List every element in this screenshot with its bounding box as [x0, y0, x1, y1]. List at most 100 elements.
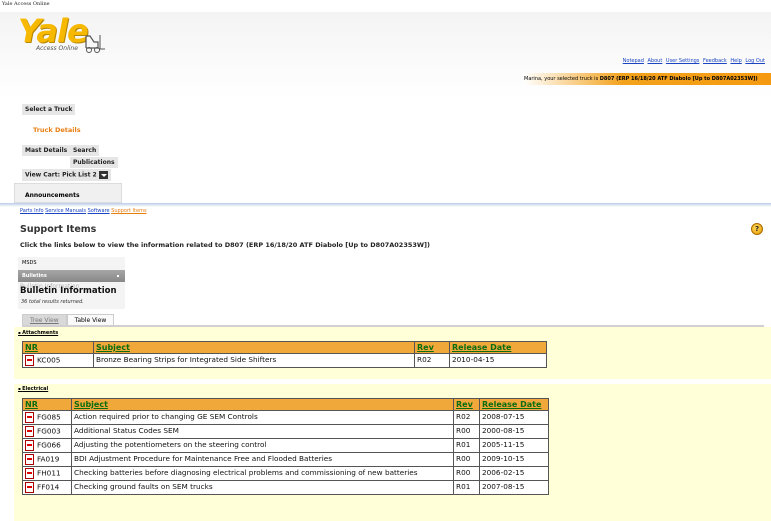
table-header-row: NR Subject Rev Release Date — [22, 341, 547, 354]
top-links: Notepad About User Settings Feedback Hel… — [621, 58, 765, 64]
release-date-cell: 2005-11-15 — [479, 438, 549, 453]
rev-cell: R00 — [453, 424, 480, 439]
rev-cell: R02 — [414, 353, 450, 368]
release-date-cell: 2006-02-15 — [479, 466, 549, 481]
view-cart-label: View Cart: Pick List 2 — [25, 171, 97, 179]
column-header-release-date[interactable]: Release Date — [479, 398, 549, 411]
nr-cell[interactable]: FA019 — [22, 452, 72, 467]
document-type-menu: MSDS Bulletins Bulletin Information Bull… — [18, 257, 125, 309]
pdf-icon[interactable] — [25, 426, 34, 437]
subject-cell: Bronze Bearing Strips for Integrated Sid… — [93, 353, 415, 368]
rev-cell: R02 — [453, 410, 480, 425]
section-label-attachments[interactable]: Attachments — [18, 330, 58, 336]
feedback-link[interactable]: Feedback — [703, 58, 727, 64]
table-row[interactable]: FG003 Additional Status Codes SEM R00 20… — [22, 424, 549, 439]
help-link[interactable]: Help — [730, 58, 741, 64]
table-row[interactable]: FF014 Checking ground faults on SEM truc… — [22, 480, 549, 495]
pdf-icon[interactable] — [25, 355, 34, 366]
forklift-icon — [85, 35, 105, 53]
release-date-cell: 2009-10-15 — [479, 452, 549, 467]
nr-value: FF014 — [37, 482, 60, 492]
section-attachments: Attachments NR Subject Rev Release Date … — [14, 327, 771, 379]
help-icon[interactable]: ? — [751, 223, 763, 235]
announcements-tab[interactable]: Announcements — [14, 183, 122, 203]
subject-cell: BDI Adjustment Procedure for Maintenance… — [71, 452, 454, 467]
breadcrumb-software[interactable]: Software — [88, 208, 110, 214]
pdf-icon[interactable] — [25, 440, 34, 451]
subject-cell: Additional Status Codes SEM — [71, 424, 454, 439]
nav-search[interactable]: Search — [70, 145, 100, 156]
nav-view-cart[interactable]: View Cart: Pick List 2 — [22, 169, 111, 181]
release-date-cell: 2008-07-15 — [479, 410, 549, 425]
release-date-cell: 2010-04-15 — [449, 353, 547, 368]
selected-truck: D807 (ERP 16/18/20 ATF Diabolo [Up to D8… — [599, 76, 758, 82]
nr-value: FG066 — [37, 440, 61, 450]
nr-cell[interactable]: FG066 — [22, 438, 72, 453]
subject-cell: Adjusting the potentiometers on the stee… — [71, 438, 454, 453]
release-date-cell: 2000-08-15 — [479, 424, 549, 439]
divider — [0, 203, 771, 207]
menu-item-bulletins[interactable]: Bulletins — [18, 270, 125, 282]
rev-cell: R00 — [453, 452, 480, 467]
pdf-icon[interactable] — [25, 482, 34, 493]
header-background — [0, 12, 771, 100]
yale-logo[interactable]: Yale Access Online — [18, 12, 105, 53]
attachments-table: NR Subject Rev Release Date KC005 Bronze… — [22, 341, 547, 368]
rev-cell: R01 — [453, 480, 480, 495]
column-header-subject[interactable]: Subject — [93, 341, 415, 354]
table-row[interactable]: FA019 BDI Adjustment Procedure for Maint… — [22, 452, 549, 467]
bulletin-info-title: Bulletin Information — [20, 286, 117, 296]
breadcrumb-support-items[interactable]: Support Items — [111, 208, 146, 214]
about-link[interactable]: About — [648, 58, 663, 64]
nr-value: FH011 — [37, 468, 61, 478]
section-label-electrical[interactable]: Electrical — [18, 386, 48, 392]
column-header-subject[interactable]: Subject — [71, 398, 454, 411]
user-settings-link[interactable]: User Settings — [666, 58, 700, 64]
notepad-link[interactable]: Notepad — [623, 58, 644, 64]
rev-cell: R01 — [453, 438, 480, 453]
page-title: Support Items — [20, 224, 97, 235]
column-header-rev[interactable]: Rev — [414, 341, 450, 354]
nr-value: FA019 — [37, 454, 60, 464]
breadcrumb-service-manuals[interactable]: Service Manuals — [45, 208, 86, 214]
nr-cell[interactable]: KC005 — [22, 353, 94, 368]
menu-item-msds[interactable]: MSDS — [18, 257, 125, 270]
subject-cell: Checking batteries before diagnosing ele… — [71, 466, 454, 481]
release-date-cell: 2007-08-15 — [479, 480, 549, 495]
selected-truck-bar: Marina, your selected truck is D807 (ERP… — [524, 73, 771, 85]
nr-value: FG003 — [37, 426, 61, 436]
nav-publications[interactable]: Publications — [70, 157, 118, 168]
nr-cell[interactable]: FH011 — [22, 466, 72, 481]
table-header-row: NR Subject Rev Release Date — [22, 398, 549, 411]
column-header-nr[interactable]: NR — [22, 341, 94, 354]
logout-link[interactable]: Log Out — [745, 58, 765, 64]
nr-cell[interactable]: FG085 — [22, 410, 72, 425]
pdf-icon[interactable] — [25, 412, 34, 423]
electrical-table: NR Subject Rev Release Date FG085 Action… — [22, 398, 549, 495]
nav-select-truck[interactable]: Select a Truck — [22, 104, 76, 115]
chevron-down-icon[interactable] — [98, 171, 108, 179]
table-row[interactable]: FG066 Adjusting the potentiometers on th… — [22, 438, 549, 453]
rev-cell: R00 — [453, 466, 480, 481]
section-electrical: Electrical NR Subject Rev Release Date F… — [14, 384, 771, 521]
column-header-release-date[interactable]: Release Date — [449, 341, 547, 354]
pdf-icon[interactable] — [25, 468, 34, 479]
nr-cell[interactable]: FG003 — [22, 424, 72, 439]
logo-wordmark: Yale — [18, 12, 89, 50]
nr-value: KC005 — [37, 355, 61, 365]
table-row[interactable]: FG085 Action required prior to changing … — [22, 410, 549, 425]
breadcrumb: Parts Info Service Manuals Software Supp… — [20, 208, 147, 214]
nr-value: FG085 — [37, 412, 61, 422]
column-header-nr[interactable]: NR — [22, 398, 72, 411]
subject-cell: Checking ground faults on SEM trucks — [71, 480, 454, 495]
pdf-icon[interactable] — [25, 454, 34, 465]
results-count: 36 total results returned. — [21, 299, 84, 305]
nr-cell[interactable]: FF014 — [22, 480, 72, 495]
table-row[interactable]: FH011 Checking batteries before diagnosi… — [22, 466, 549, 481]
column-header-rev[interactable]: Rev — [453, 398, 480, 411]
nav-mast-details[interactable]: Mast Details — [22, 145, 71, 156]
table-row[interactable]: KC005 Bronze Bearing Strips for Integrat… — [22, 353, 547, 368]
nav-truck-details[interactable]: Truck Details — [33, 126, 81, 134]
logo-tagline: Access Online — [36, 45, 78, 52]
breadcrumb-parts-info[interactable]: Parts Info — [20, 208, 44, 214]
